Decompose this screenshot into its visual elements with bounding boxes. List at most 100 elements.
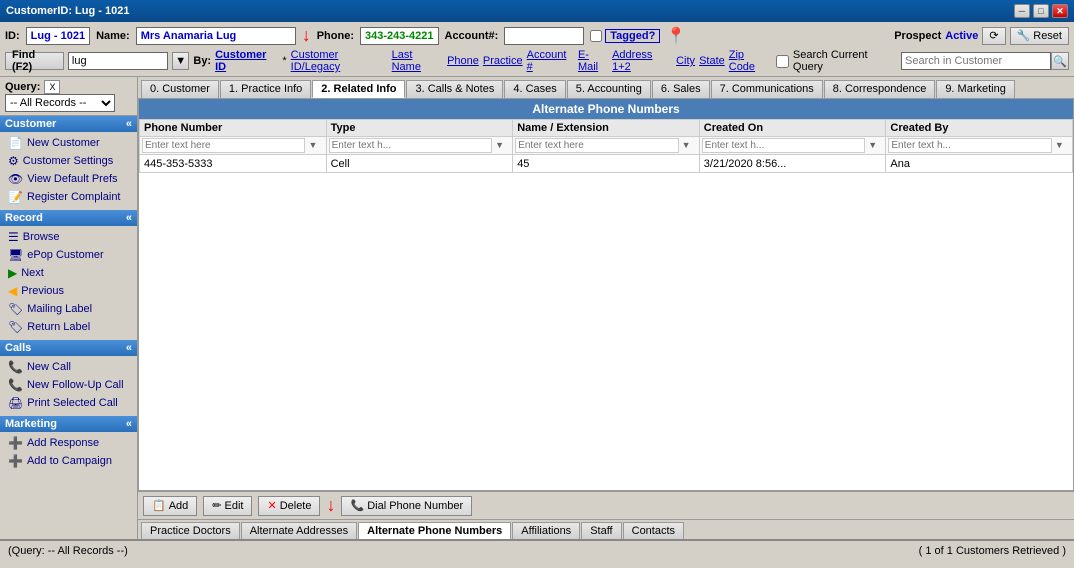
query-row: Query: X	[5, 80, 132, 94]
dial-phone-button[interactable]: 📞 Dial Phone Number	[341, 496, 472, 516]
sidebar-item-print-selected-call[interactable]: 🖨 Print Selected Call	[0, 394, 137, 412]
sidebar-item-customer-settings[interactable]: ⚙ Customer Settings	[0, 152, 137, 170]
add-campaign-icon: ➕	[8, 454, 23, 468]
name-label: Name:	[96, 30, 130, 42]
tab-3-calls-notes[interactable]: 3. Calls & Notes	[406, 80, 503, 98]
sidebar-item-browse[interactable]: ☰ Browse	[0, 228, 137, 246]
tab-0-customer[interactable]: 0. Customer	[141, 80, 219, 98]
filter-name-ext[interactable]	[515, 138, 678, 153]
tagged-label: Tagged?	[605, 29, 660, 43]
practice-nav[interactable]: Practice	[483, 55, 523, 67]
status-bar: (Query: -- All Records --) ( 1 of 1 Cust…	[0, 539, 1074, 561]
col-phone-number: Phone Number	[140, 120, 327, 137]
sub-tab-alternate-phone-numbers[interactable]: Alternate Phone Numbers	[358, 522, 511, 539]
sidebar-item-view-default-prefs[interactable]: 👁 View Default Prefs	[0, 170, 137, 188]
col-type: Type	[326, 120, 513, 137]
sidebar-marketing-header[interactable]: Marketing «	[0, 416, 137, 432]
state-nav[interactable]: State	[699, 55, 725, 67]
sidebar-item-next[interactable]: ▶ Next	[0, 264, 137, 282]
tab-content: Alternate Phone Numbers Phone Number Typ…	[138, 98, 1074, 491]
filter-created-on[interactable]	[702, 138, 865, 153]
city-nav[interactable]: City	[676, 55, 695, 67]
browse-icon: ☰	[8, 230, 19, 244]
id-value: Lug - 1021	[31, 30, 85, 42]
annotation-arrow-2: ↓	[326, 495, 335, 516]
new-call-label: New Call	[27, 361, 71, 373]
maximize-button[interactable]: □	[1033, 4, 1049, 18]
customer-id-nav[interactable]: Customer ID	[215, 49, 278, 73]
minimize-button[interactable]: ─	[1014, 4, 1030, 18]
sub-tab-practice-doctors[interactable]: Practice Doctors	[141, 522, 240, 539]
table-section-header: Alternate Phone Numbers	[139, 99, 1073, 119]
edit-icon: ✏	[212, 499, 221, 512]
sub-tab-alternate-addresses[interactable]: Alternate Addresses	[241, 522, 357, 539]
sidebar-customer-header[interactable]: Customer «	[0, 116, 137, 132]
close-button[interactable]: ✕	[1052, 4, 1068, 18]
annotation-arrow-1: ↓	[302, 25, 311, 46]
phone-label: Phone:	[317, 30, 354, 42]
add-campaign-label: Add to Campaign	[27, 455, 112, 467]
customer-id-legacy-nav[interactable]: Customer ID/Legacy	[291, 49, 388, 73]
tab-7-communications[interactable]: 7. Communications	[711, 80, 823, 98]
tab-2-related-info[interactable]: 2. Related Info	[312, 80, 405, 98]
sub-tab-contacts[interactable]: Contacts	[623, 522, 684, 539]
account-nav[interactable]: Account #	[527, 49, 574, 73]
sidebar-item-return-label[interactable]: 🏷 Return Label	[0, 318, 137, 336]
search-input[interactable]	[901, 52, 1051, 70]
map-pin-icon[interactable]: 📍	[666, 26, 686, 46]
zip-nav[interactable]: Zip Code	[729, 49, 772, 73]
tagged-checkbox[interactable]	[590, 30, 602, 42]
edit-button[interactable]: ✏ Edit	[203, 496, 252, 516]
tab-9-marketing[interactable]: 9. Marketing	[936, 80, 1015, 98]
query-clear-btn[interactable]: X	[44, 80, 60, 94]
find-dropdown-btn[interactable]: ▼	[172, 52, 189, 70]
cell-created-by: Ana	[886, 155, 1073, 173]
nav-sep-1: *	[282, 55, 286, 67]
tab-1-practice-info[interactable]: 1. Practice Info	[220, 80, 311, 98]
phone-nav[interactable]: Phone	[447, 55, 479, 67]
reset-button[interactable]: 🔧 Reset	[1010, 27, 1069, 45]
query-dropdown[interactable]: -- All Records --	[5, 94, 115, 112]
sidebar-item-mailing-label[interactable]: 🏷 Mailing Label	[0, 300, 137, 318]
sidebar-record-header[interactable]: Record «	[0, 210, 137, 226]
name-value-box: Mrs Anamaria Lug	[136, 27, 296, 45]
sub-tab-affiliations[interactable]: Affiliations	[512, 522, 580, 539]
find-input[interactable]	[68, 52, 168, 70]
last-name-nav[interactable]: Last Name	[392, 49, 443, 73]
search-current-query-checkbox[interactable]	[776, 55, 789, 68]
sub-tab-staff[interactable]: Staff	[581, 522, 621, 539]
previous-label: Previous	[21, 285, 64, 297]
sidebar-item-epop-customer[interactable]: 🖥 ePop Customer	[0, 246, 137, 264]
filter-type[interactable]	[329, 138, 492, 153]
by-label: By:	[193, 55, 211, 67]
app-title: CustomerID: Lug - 1021	[6, 5, 129, 17]
sidebar-item-new-customer[interactable]: 📄 New Customer	[0, 134, 137, 152]
address-nav[interactable]: Address 1+2	[612, 49, 672, 73]
sidebar-item-add-to-campaign[interactable]: ➕ Add to Campaign	[0, 452, 137, 470]
sidebar-item-new-followup-call[interactable]: 📞 New Follow-Up Call	[0, 376, 137, 394]
delete-button[interactable]: ✕ Delete	[258, 496, 320, 516]
filter-created-by[interactable]	[888, 138, 1051, 153]
sidebar-item-new-call[interactable]: 📞 New Call	[0, 358, 137, 376]
sidebar-item-register-complaint[interactable]: 📝 Register Complaint	[0, 188, 137, 206]
tab-8-correspondence[interactable]: 8. Correspondence	[824, 80, 936, 98]
view-prefs-label: View Default Prefs	[27, 173, 117, 185]
sidebar-item-previous[interactable]: ◀ Previous	[0, 282, 137, 300]
customer-settings-icon: ⚙	[8, 154, 19, 168]
id-label: ID:	[5, 30, 20, 42]
dial-phone-icon: 📞	[350, 499, 364, 512]
search-current-query-label: Search Current Query	[793, 49, 897, 73]
next-icon: ▶	[8, 266, 17, 280]
refresh-button[interactable]: ⟳	[982, 27, 1005, 45]
email-nav[interactable]: E-Mail	[578, 49, 608, 73]
filter-phone[interactable]	[142, 138, 305, 153]
sidebar-calls-header[interactable]: Calls «	[0, 340, 137, 356]
sidebar-item-add-response[interactable]: ➕ Add Response	[0, 434, 137, 452]
tab-4-cases[interactable]: 4. Cases	[504, 80, 565, 98]
tab-5-accounting[interactable]: 5. Accounting	[567, 80, 651, 98]
col-created-on: Created On	[699, 120, 886, 137]
status-left: (Query: -- All Records --)	[8, 545, 128, 557]
add-button[interactable]: 📋 Add	[143, 496, 197, 516]
search-button[interactable]: 🔍	[1051, 52, 1069, 70]
tab-6-sales[interactable]: 6. Sales	[652, 80, 710, 98]
